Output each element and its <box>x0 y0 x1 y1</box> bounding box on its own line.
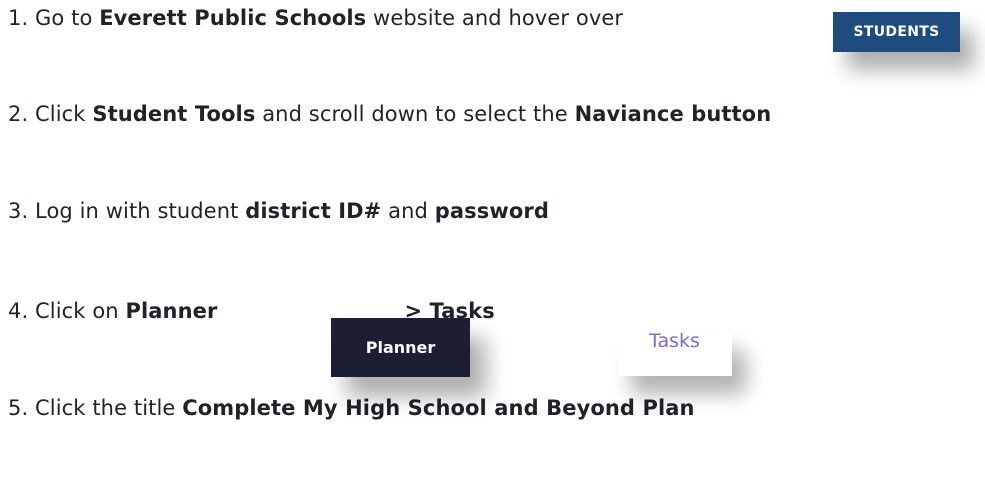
step-number: 3. <box>8 199 29 223</box>
step-emphasis: Student Tools <box>92 102 256 126</box>
step-number: 1. <box>8 6 29 30</box>
step-1: 1. Go to Everett Public Schools website … <box>8 4 623 32</box>
step-3: 3. Log in with student district ID# and … <box>8 197 549 225</box>
step-emphasis: Planner <box>125 299 218 323</box>
step-5: 5. Click the title Complete My High Scho… <box>8 394 695 422</box>
students-menu-button[interactable]: STUDENTS <box>833 12 960 52</box>
step-emphasis: Naviance button <box>574 102 772 126</box>
step-text: Click <box>35 102 93 126</box>
step-text: and scroll down to select the <box>255 102 575 126</box>
step-number: 2. <box>8 102 29 126</box>
step-text: Click on <box>35 299 126 323</box>
step-emphasis: password <box>434 199 549 223</box>
planner-button[interactable]: Planner <box>331 318 470 377</box>
step-emphasis: district ID# <box>245 199 382 223</box>
step-emphasis: Complete My High School and Beyond Plan <box>182 396 695 420</box>
step-number: 5. <box>8 396 29 420</box>
tasks-tab-label: Tasks <box>649 330 700 352</box>
step-2: 2. Click Student Tools and scroll down t… <box>8 100 771 128</box>
step-number: 4. <box>8 299 29 323</box>
tasks-tab[interactable]: Tasks <box>617 330 732 376</box>
planner-button-label: Planner <box>365 338 436 357</box>
students-button-label: STUDENTS <box>853 24 940 40</box>
step-text: website and hover over <box>366 6 624 30</box>
step-emphasis: Everett Public Schools <box>99 6 367 30</box>
step-text: Go to <box>35 6 100 30</box>
step-text: and <box>381 199 435 223</box>
step-text: Log in with student <box>35 199 246 223</box>
step-text: Click the title <box>35 396 183 420</box>
